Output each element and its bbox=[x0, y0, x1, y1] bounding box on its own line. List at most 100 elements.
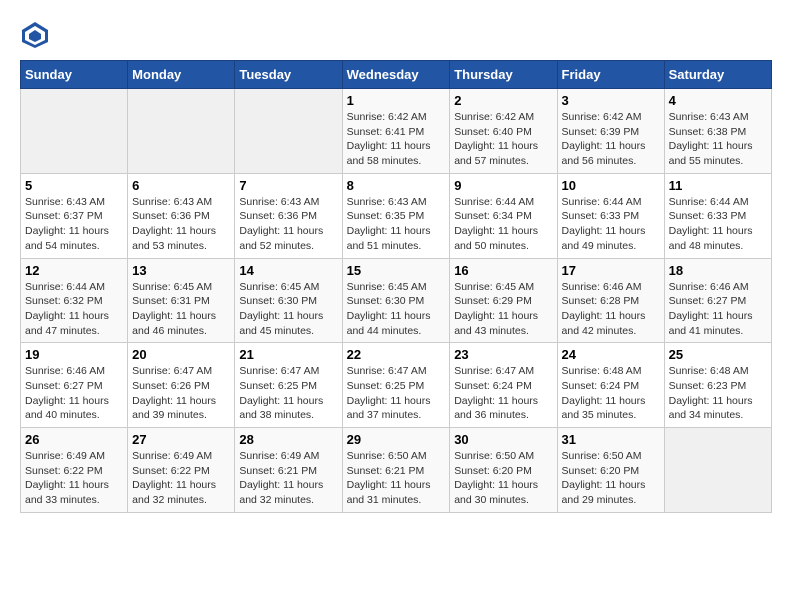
calendar-cell: 9 Sunrise: 6:44 AM Sunset: 6:34 PM Daylig… bbox=[450, 173, 557, 258]
day-number: 27 bbox=[132, 432, 230, 447]
day-info: Sunrise: 6:46 AM Sunset: 6:27 PM Dayligh… bbox=[669, 280, 767, 339]
day-info: Sunrise: 6:49 AM Sunset: 6:22 PM Dayligh… bbox=[25, 449, 123, 508]
calendar-cell: 23 Sunrise: 6:47 AM Sunset: 6:24 PM Dayli… bbox=[450, 343, 557, 428]
calendar-cell: 31 Sunrise: 6:50 AM Sunset: 6:20 PM Dayli… bbox=[557, 428, 664, 513]
calendar-cell: 6 Sunrise: 6:43 AM Sunset: 6:36 PM Daylig… bbox=[128, 173, 235, 258]
calendar-cell: 2 Sunrise: 6:42 AM Sunset: 6:40 PM Daylig… bbox=[450, 89, 557, 174]
calendar-cell bbox=[21, 89, 128, 174]
day-info: Sunrise: 6:43 AM Sunset: 6:37 PM Dayligh… bbox=[25, 195, 123, 254]
weekday-header: Monday bbox=[128, 61, 235, 89]
day-info: Sunrise: 6:46 AM Sunset: 6:28 PM Dayligh… bbox=[562, 280, 660, 339]
day-number: 12 bbox=[25, 263, 123, 278]
day-number: 5 bbox=[25, 178, 123, 193]
day-number: 9 bbox=[454, 178, 552, 193]
calendar-cell: 29Sunrise: 6:50 AM Sunset: 6:21 PM Dayli… bbox=[342, 428, 450, 513]
day-info: Sunrise: 6:45 AM Sunset: 6:30 PM Dayligh… bbox=[347, 280, 446, 339]
day-info: Sunrise: 6:47 AM Sunset: 6:26 PM Dayligh… bbox=[132, 364, 230, 423]
day-number: 4 bbox=[669, 93, 767, 108]
day-number: 8 bbox=[347, 178, 446, 193]
calendar-cell: 15 Sunrise: 6:45 AM Sunset: 6:30 PM Dayli… bbox=[342, 258, 450, 343]
day-number: 11 bbox=[669, 178, 767, 193]
day-info: Sunrise: 6:49 AM Sunset: 6:22 PM Dayligh… bbox=[132, 449, 230, 508]
day-number: 31 bbox=[562, 432, 660, 447]
weekday-row: SundayMondayTuesdayWednesdayThursdayFrid… bbox=[21, 61, 772, 89]
day-info: Sunrise: 6:42 AM Sunset: 6:39 PM Dayligh… bbox=[562, 110, 660, 169]
day-info: Sunrise: 6:43 AM Sunset: 6:35 PM Dayligh… bbox=[347, 195, 446, 254]
day-number: 24 bbox=[562, 347, 660, 362]
day-number: 7 bbox=[239, 178, 337, 193]
weekday-header: Saturday bbox=[664, 61, 771, 89]
weekday-header: Thursday bbox=[450, 61, 557, 89]
calendar-cell: 1Sunrise: 6:42 AM Sunset: 6:41 PM Daylig… bbox=[342, 89, 450, 174]
day-number: 22 bbox=[347, 347, 446, 362]
day-info: Sunrise: 6:45 AM Sunset: 6:31 PM Dayligh… bbox=[132, 280, 230, 339]
day-number: 30 bbox=[454, 432, 552, 447]
calendar-cell: 12Sunrise: 6:44 AM Sunset: 6:32 PM Dayli… bbox=[21, 258, 128, 343]
day-number: 21 bbox=[239, 347, 337, 362]
calendar-week-row: 12Sunrise: 6:44 AM Sunset: 6:32 PM Dayli… bbox=[21, 258, 772, 343]
calendar-cell: 27 Sunrise: 6:49 AM Sunset: 6:22 PM Dayli… bbox=[128, 428, 235, 513]
day-number: 19 bbox=[25, 347, 123, 362]
calendar-cell: 7Sunrise: 6:43 AM Sunset: 6:36 PM Daylig… bbox=[235, 173, 342, 258]
calendar-cell: 4 Sunrise: 6:43 AM Sunset: 6:38 PM Daylig… bbox=[664, 89, 771, 174]
calendar-cell: 24 Sunrise: 6:48 AM Sunset: 6:24 PM Dayli… bbox=[557, 343, 664, 428]
calendar-body: 1Sunrise: 6:42 AM Sunset: 6:41 PM Daylig… bbox=[21, 89, 772, 513]
calendar-week-row: 19 Sunrise: 6:46 AM Sunset: 6:27 PM Dayli… bbox=[21, 343, 772, 428]
calendar-week-row: 1Sunrise: 6:42 AM Sunset: 6:41 PM Daylig… bbox=[21, 89, 772, 174]
day-info: Sunrise: 6:49 AM Sunset: 6:21 PM Dayligh… bbox=[239, 449, 337, 508]
day-number: 25 bbox=[669, 347, 767, 362]
day-number: 13 bbox=[132, 263, 230, 278]
calendar-cell: 14 Sunrise: 6:45 AM Sunset: 6:30 PM Dayli… bbox=[235, 258, 342, 343]
day-info: Sunrise: 6:50 AM Sunset: 6:20 PM Dayligh… bbox=[454, 449, 552, 508]
calendar-header: SundayMondayTuesdayWednesdayThursdayFrid… bbox=[21, 61, 772, 89]
day-number: 2 bbox=[454, 93, 552, 108]
calendar-cell bbox=[128, 89, 235, 174]
calendar-cell: 11 Sunrise: 6:44 AM Sunset: 6:33 PM Dayli… bbox=[664, 173, 771, 258]
calendar-cell: 21Sunrise: 6:47 AM Sunset: 6:25 PM Dayli… bbox=[235, 343, 342, 428]
day-number: 14 bbox=[239, 263, 337, 278]
weekday-header: Sunday bbox=[21, 61, 128, 89]
calendar-cell: 5 Sunrise: 6:43 AM Sunset: 6:37 PM Daylig… bbox=[21, 173, 128, 258]
day-number: 26 bbox=[25, 432, 123, 447]
day-number: 16 bbox=[454, 263, 552, 278]
day-info: Sunrise: 6:50 AM Sunset: 6:20 PM Dayligh… bbox=[562, 449, 660, 508]
day-info: Sunrise: 6:47 AM Sunset: 6:24 PM Dayligh… bbox=[454, 364, 552, 423]
day-number: 15 bbox=[347, 263, 446, 278]
day-number: 10 bbox=[562, 178, 660, 193]
calendar-cell: 30 Sunrise: 6:50 AM Sunset: 6:20 PM Dayli… bbox=[450, 428, 557, 513]
day-info: Sunrise: 6:44 AM Sunset: 6:33 PM Dayligh… bbox=[562, 195, 660, 254]
day-info: Sunrise: 6:48 AM Sunset: 6:23 PM Dayligh… bbox=[669, 364, 767, 423]
day-info: Sunrise: 6:42 AM Sunset: 6:40 PM Dayligh… bbox=[454, 110, 552, 169]
calendar-cell bbox=[235, 89, 342, 174]
day-info: Sunrise: 6:47 AM Sunset: 6:25 PM Dayligh… bbox=[347, 364, 446, 423]
day-number: 1 bbox=[347, 93, 446, 108]
day-info: Sunrise: 6:46 AM Sunset: 6:27 PM Dayligh… bbox=[25, 364, 123, 423]
day-number: 29 bbox=[347, 432, 446, 447]
logo bbox=[20, 20, 52, 50]
day-number: 6 bbox=[132, 178, 230, 193]
day-number: 20 bbox=[132, 347, 230, 362]
calendar-cell: 28 Sunrise: 6:49 AM Sunset: 6:21 PM Dayli… bbox=[235, 428, 342, 513]
day-info: Sunrise: 6:43 AM Sunset: 6:38 PM Dayligh… bbox=[669, 110, 767, 169]
day-info: Sunrise: 6:44 AM Sunset: 6:33 PM Dayligh… bbox=[669, 195, 767, 254]
calendar-cell: 19 Sunrise: 6:46 AM Sunset: 6:27 PM Dayli… bbox=[21, 343, 128, 428]
calendar-cell bbox=[664, 428, 771, 513]
day-info: Sunrise: 6:45 AM Sunset: 6:29 PM Dayligh… bbox=[454, 280, 552, 339]
day-number: 17 bbox=[562, 263, 660, 278]
weekday-header: Wednesday bbox=[342, 61, 450, 89]
day-number: 3 bbox=[562, 93, 660, 108]
calendar-cell: 10 Sunrise: 6:44 AM Sunset: 6:33 PM Dayli… bbox=[557, 173, 664, 258]
calendar-cell: 22 Sunrise: 6:47 AM Sunset: 6:25 PM Dayli… bbox=[342, 343, 450, 428]
weekday-header: Friday bbox=[557, 61, 664, 89]
calendar-cell: 25 Sunrise: 6:48 AM Sunset: 6:23 PM Dayli… bbox=[664, 343, 771, 428]
day-number: 23 bbox=[454, 347, 552, 362]
calendar-table: SundayMondayTuesdayWednesdayThursdayFrid… bbox=[20, 60, 772, 513]
day-info: Sunrise: 6:43 AM Sunset: 6:36 PM Dayligh… bbox=[132, 195, 230, 254]
day-info: Sunrise: 6:44 AM Sunset: 6:34 PM Dayligh… bbox=[454, 195, 552, 254]
calendar-cell: 18Sunrise: 6:46 AM Sunset: 6:27 PM Dayli… bbox=[664, 258, 771, 343]
calendar-cell: 26 Sunrise: 6:49 AM Sunset: 6:22 PM Dayli… bbox=[21, 428, 128, 513]
calendar-week-row: 26 Sunrise: 6:49 AM Sunset: 6:22 PM Dayli… bbox=[21, 428, 772, 513]
day-info: Sunrise: 6:45 AM Sunset: 6:30 PM Dayligh… bbox=[239, 280, 337, 339]
day-info: Sunrise: 6:48 AM Sunset: 6:24 PM Dayligh… bbox=[562, 364, 660, 423]
day-number: 28 bbox=[239, 432, 337, 447]
